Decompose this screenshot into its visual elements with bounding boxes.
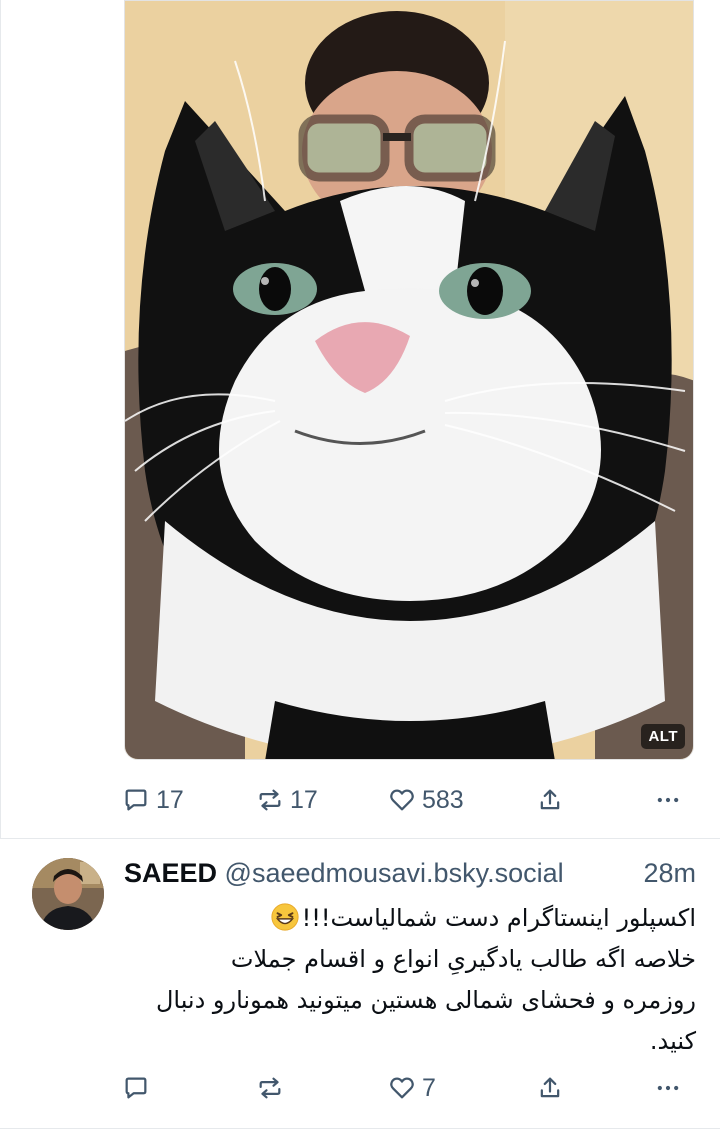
post2-action-bar: 7	[122, 1068, 692, 1108]
share-icon	[540, 1077, 560, 1098]
more-button[interactable]	[654, 1068, 682, 1108]
post1-action-bar: 17 17 583	[122, 780, 692, 820]
repost-button[interactable]	[256, 1068, 284, 1108]
heart-icon	[390, 789, 414, 811]
heart-icon	[390, 1077, 414, 1099]
post-text-line: اکسپلور اینستاگرام دست شمالیاست!!!	[124, 898, 696, 939]
avatar[interactable]	[32, 858, 104, 930]
share-button[interactable]	[536, 1068, 564, 1108]
post-time[interactable]: 28m	[643, 858, 696, 889]
post-divider	[0, 1128, 720, 1129]
like-count: 7	[422, 1073, 436, 1102]
like-button[interactable]: 7	[388, 1068, 436, 1108]
reply-icon	[125, 789, 147, 811]
share-button[interactable]	[536, 780, 564, 820]
like-count: 583	[422, 785, 464, 814]
reply-button[interactable]	[122, 1068, 150, 1108]
cat-photo-illustration	[125, 1, 693, 759]
alt-badge[interactable]: ALT	[641, 724, 685, 749]
post-text-line: کنید.	[649, 1027, 696, 1055]
thread-line	[0, 0, 1, 838]
post-text-line: روزمره و فحشای شمالی هستین میتونید همونا…	[155, 986, 696, 1014]
post-divider	[0, 838, 720, 839]
reply-count: 17	[156, 785, 184, 814]
repost-icon	[259, 789, 281, 811]
more-icon	[657, 1085, 679, 1091]
post-text-line: خلاصه اگه طالب یادگیریِ انواع و اقسام جم…	[230, 945, 696, 973]
post-image[interactable]: ALT	[124, 0, 694, 760]
more-button[interactable]	[654, 780, 682, 820]
repost-count: 17	[290, 785, 318, 814]
post2-header: SAEED @saeedmousavi.bsky.social 28m	[124, 858, 696, 896]
handle[interactable]: @saeedmousavi.bsky.social	[225, 858, 564, 888]
share-icon	[540, 789, 560, 810]
more-icon	[657, 797, 679, 803]
grinning-squinting-face-emoji	[271, 903, 299, 931]
repost-icon	[259, 1077, 281, 1099]
reply-icon	[125, 1077, 147, 1099]
avatar-image	[32, 858, 104, 930]
display-name[interactable]: SAEED	[124, 858, 217, 888]
reply-button[interactable]: 17	[122, 780, 184, 820]
post-text: اکسپلور اینستاگرام دست شمالیاست!!! خلاصه…	[124, 898, 696, 1062]
repost-button[interactable]: 17	[256, 780, 318, 820]
like-button[interactable]: 583	[388, 780, 464, 820]
